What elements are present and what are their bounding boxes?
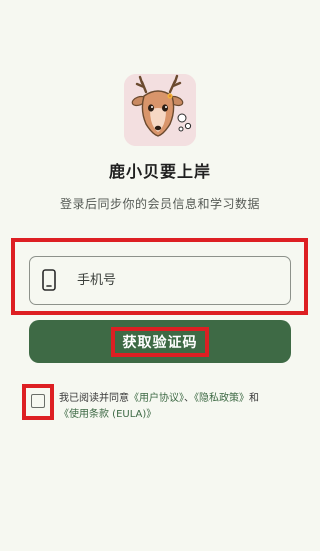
eula-link[interactable]: 《使用条款 (EULA)》 xyxy=(59,409,156,420)
deer-logo-icon xyxy=(124,74,196,146)
agreement-and: 和 xyxy=(249,393,259,404)
app-logo xyxy=(124,74,196,146)
agreement-checkbox[interactable] xyxy=(31,394,45,408)
app-subtitle: 登录后同步你的会员信息和学习数据 xyxy=(59,197,260,211)
user-agreement-link[interactable]: 《用户协议》 xyxy=(129,393,184,404)
get-code-label: 获取验证码 xyxy=(122,335,198,351)
agreement-text: 我已阅读并同意《用户协议》、《隐私政策》和《使用条款 (EULA)》 xyxy=(59,391,304,423)
privacy-policy-link[interactable]: 《隐私政策》 xyxy=(194,393,249,404)
get-code-label-highlight[interactable]: 获取验证码 xyxy=(111,327,209,357)
agreement-separator: 、 xyxy=(184,393,194,404)
phone-input[interactable] xyxy=(77,269,277,291)
app-title: 鹿小贝要上岸 xyxy=(108,162,211,181)
phone-field[interactable] xyxy=(29,256,291,305)
phone-icon xyxy=(42,269,56,291)
agreement-prefix: 我已阅读并同意 xyxy=(59,393,129,404)
